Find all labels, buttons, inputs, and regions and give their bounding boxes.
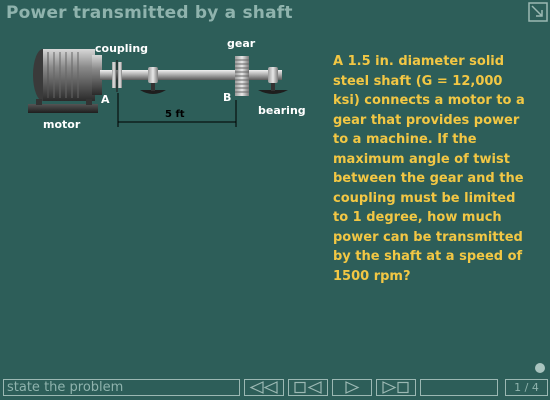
page-indicator: 1 / 4 <box>505 379 548 396</box>
corner-expand-icon[interactable] <box>528 2 548 22</box>
play-button[interactable] <box>332 379 372 396</box>
step-forward-icon <box>382 381 409 394</box>
problem-line: power can be transmitted <box>333 229 523 245</box>
motor-label: motor <box>43 118 81 131</box>
problem-line: ksi) connects a motor to a <box>333 93 525 108</box>
page-current: 1 <box>514 381 522 394</box>
step-back-button[interactable] <box>288 379 328 396</box>
problem-line: between the gear and the <box>333 171 524 186</box>
problem-line: maximum angle of twist <box>333 151 510 167</box>
problem-line: by the shaft at a speed of <box>333 249 523 264</box>
step-forward-button[interactable] <box>376 379 416 396</box>
coupling <box>112 60 122 92</box>
step-label: state the problem <box>7 380 124 395</box>
motor-body <box>28 49 102 113</box>
problem-statement: A 1.5 in. diameter solid steel shaft (G … <box>333 52 545 286</box>
problem-line: gear that provides power <box>333 112 520 128</box>
problem-line: to 1 degree, how much <box>333 210 502 225</box>
step-back-icon <box>294 381 322 394</box>
navigation-bar: state the problem 1 / 4 <box>0 377 550 400</box>
coupling-label: coupling <box>95 42 149 55</box>
gear <box>235 56 249 96</box>
problem-line: coupling must be limited <box>333 190 516 206</box>
problem-line: 1500 rpm? <box>333 268 411 284</box>
length-label: 5 ft <box>165 109 185 120</box>
play-icon <box>345 381 360 394</box>
rewind-icon <box>249 381 278 394</box>
gear-label: gear <box>227 37 256 50</box>
problem-line: to a machine. If the <box>333 132 477 147</box>
status-dot <box>535 363 545 373</box>
page-total: 4 <box>531 381 539 394</box>
page-separator: / <box>524 381 529 394</box>
rewind-button[interactable] <box>244 379 284 396</box>
problem-line: steel shaft (G = 12,000 <box>333 73 503 89</box>
shaft <box>100 70 282 80</box>
problem-line: A 1.5 in. diameter solid <box>333 54 505 69</box>
bearing-label: bearing <box>258 104 306 117</box>
point-a-label: A <box>101 93 110 106</box>
point-b-label: B <box>223 91 232 104</box>
step-label-box: state the problem <box>3 379 240 396</box>
progress-box <box>420 379 498 396</box>
